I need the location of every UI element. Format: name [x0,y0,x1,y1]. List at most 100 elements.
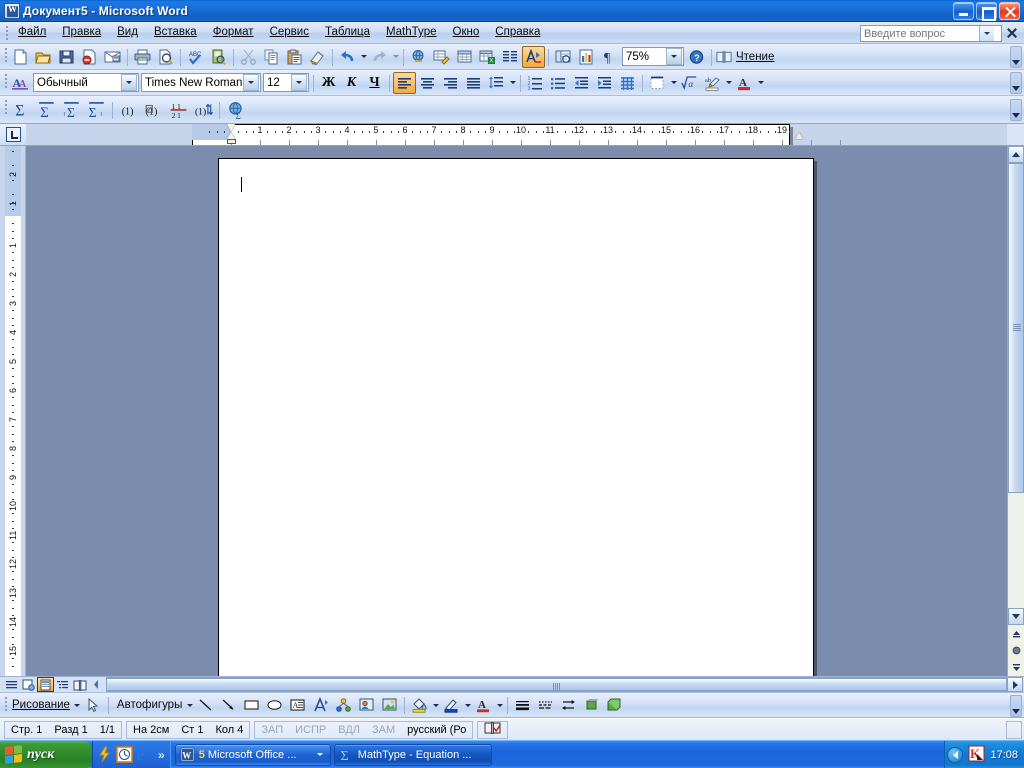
autoshapes-menu-button[interactable]: Автофигуры [112,699,185,711]
update-numbers-icon[interactable]: (1) [191,99,216,121]
rectangle-icon[interactable] [240,694,263,716]
ask-a-question-box[interactable] [860,25,1002,42]
horizontal-scrollbar[interactable] [106,677,1023,692]
wordart-icon[interactable] [309,694,332,716]
menu-item-window[interactable]: Окно [445,23,488,42]
clock-widget-icon[interactable] [116,746,133,763]
vertical-ruler[interactable]: 2 1 1 2 3 4 5 6 7 8 9 10 11 12 13 14 15 [0,146,26,676]
open-folder-icon[interactable] [32,46,55,68]
menu-item-format[interactable]: Формат [205,23,262,42]
show-hide-chart-icon[interactable] [575,46,598,68]
toolbar-options-button[interactable] [1010,695,1022,717]
quick-launch-chevron[interactable]: » [156,748,167,762]
copy-icon[interactable] [260,46,283,68]
numbered-list-icon[interactable]: 123 [524,72,547,94]
help-question-icon[interactable]: ? [685,46,708,68]
chevron-down-icon[interactable] [243,74,259,91]
ask-a-question-input[interactable] [861,26,979,41]
select-arrow-icon[interactable] [82,694,105,716]
vertical-scroll-thumb[interactable] [1008,163,1024,493]
web-layout-view-button[interactable] [20,677,37,692]
right-numbered-equation-icon[interactable]: Σ1 [84,99,109,121]
styles-and-formatting-icon[interactable]: AA [9,72,32,94]
menu-item-tools[interactable]: Сервис [262,23,317,42]
arrow-icon[interactable] [217,694,240,716]
spelling-status-icon[interactable] [484,721,502,738]
tab-stop-selector[interactable] [0,124,26,145]
cut-scissors-icon[interactable] [237,46,260,68]
columns-icon[interactable] [499,46,522,68]
tables-and-borders-icon[interactable] [430,46,453,68]
previous-page-button[interactable] [1008,625,1024,642]
line-spacing-icon[interactable] [485,72,508,94]
line-icon[interactable] [194,694,217,716]
formatting-toolbar-grip[interactable] [2,70,9,95]
system-clock[interactable]: 17:08 [990,749,1018,761]
select-browse-object-button[interactable] [1008,642,1024,659]
left-indent-marker[interactable] [226,139,236,144]
insert-reference-icon[interactable]: (1) [141,99,166,121]
publish-to-mathpage-icon[interactable]: Σ [223,99,248,121]
oval-icon[interactable] [263,694,286,716]
undo-arrow-icon[interactable] [336,46,359,68]
scroll-down-button[interactable] [1008,608,1024,625]
align-center-icon[interactable] [416,72,439,94]
reading-book-icon[interactable] [715,46,733,68]
italic-button[interactable]: К [340,72,363,94]
increase-indent-icon[interactable] [593,72,616,94]
drawing-toolbar-grip[interactable] [2,693,9,717]
print-preview-icon[interactable] [154,46,177,68]
toolbar-options-button[interactable] [1010,72,1022,94]
document-page[interactable] [218,158,814,676]
menu-item-view[interactable]: Вид [109,23,146,42]
line-color-dropdown-icon[interactable] [463,694,472,716]
diagram-icon[interactable] [332,694,355,716]
highlight-color-icon[interactable]: ab [701,72,724,94]
pilcrow-paragraph-icon[interactable]: ¶ [598,46,621,68]
mathtype-toolbar-grip[interactable] [2,96,9,123]
text-box-icon[interactable]: A [286,694,309,716]
status-extend-mode[interactable]: ВДЛ [332,724,366,736]
chevron-down-icon[interactable] [121,74,137,91]
status-rec-mode[interactable]: ЗАП [255,724,289,736]
align-justify-icon[interactable] [462,72,485,94]
zoom-combo[interactable]: 75% [622,47,684,66]
clip-art-icon[interactable] [355,694,378,716]
close-button[interactable] [999,1,1020,20]
line-spacing-dropdown-icon[interactable] [508,72,517,94]
mathtype-taskbar-item[interactable]: Σ MathType - Equation ... [333,743,492,766]
permission-icon[interactable] [78,46,101,68]
outside-border-icon[interactable] [646,72,669,94]
minimize-button[interactable] [953,1,974,20]
scroll-left-edge-button[interactable] [88,677,105,692]
hanging-indent-marker[interactable] [227,132,236,139]
format-painter-brush-icon[interactable] [306,46,329,68]
toolbar-options-button[interactable] [1010,99,1022,121]
undo-dropdown-icon[interactable] [359,46,368,68]
insert-number-icon[interactable]: (1) [116,99,141,121]
close-icon[interactable] [1005,26,1019,40]
align-left-icon[interactable] [393,71,416,94]
kaspersky-antivirus-icon[interactable]: K [968,745,985,765]
status-spelling-group[interactable] [477,720,509,739]
font-color-dropdown-icon[interactable] [756,72,765,94]
menu-item-edit[interactable]: Правка [54,23,109,42]
paste-clipboard-icon[interactable] [283,46,306,68]
bold-button[interactable]: Ж [317,72,340,94]
format-equations-icon[interactable]: 1 12 1 [166,99,191,121]
chevron-down-icon[interactable] [979,26,994,41]
drawing-toolbar-icon[interactable] [522,45,545,68]
chevron-down-icon[interactable] [666,48,682,65]
borders-grid-icon[interactable] [616,72,639,94]
font-color-icon[interactable]: A [472,694,495,716]
outline-view-button[interactable] [54,677,71,692]
first-line-indent-marker[interactable] [227,124,236,132]
arrow-style-icon[interactable] [557,694,580,716]
show-desktop-icon[interactable] [96,746,113,763]
normal-view-button[interactable] [3,677,20,692]
print-layout-view-button[interactable] [37,677,54,692]
document-canvas[interactable] [26,146,1007,676]
shadow-style-icon[interactable] [580,694,603,716]
horizontal-ruler[interactable]: 1 2 3 4 5 6 7 8 9 10 11 12 13 14 15 16 17 18 19 [26,124,1007,145]
vertical-scroll-track[interactable] [1008,163,1024,608]
